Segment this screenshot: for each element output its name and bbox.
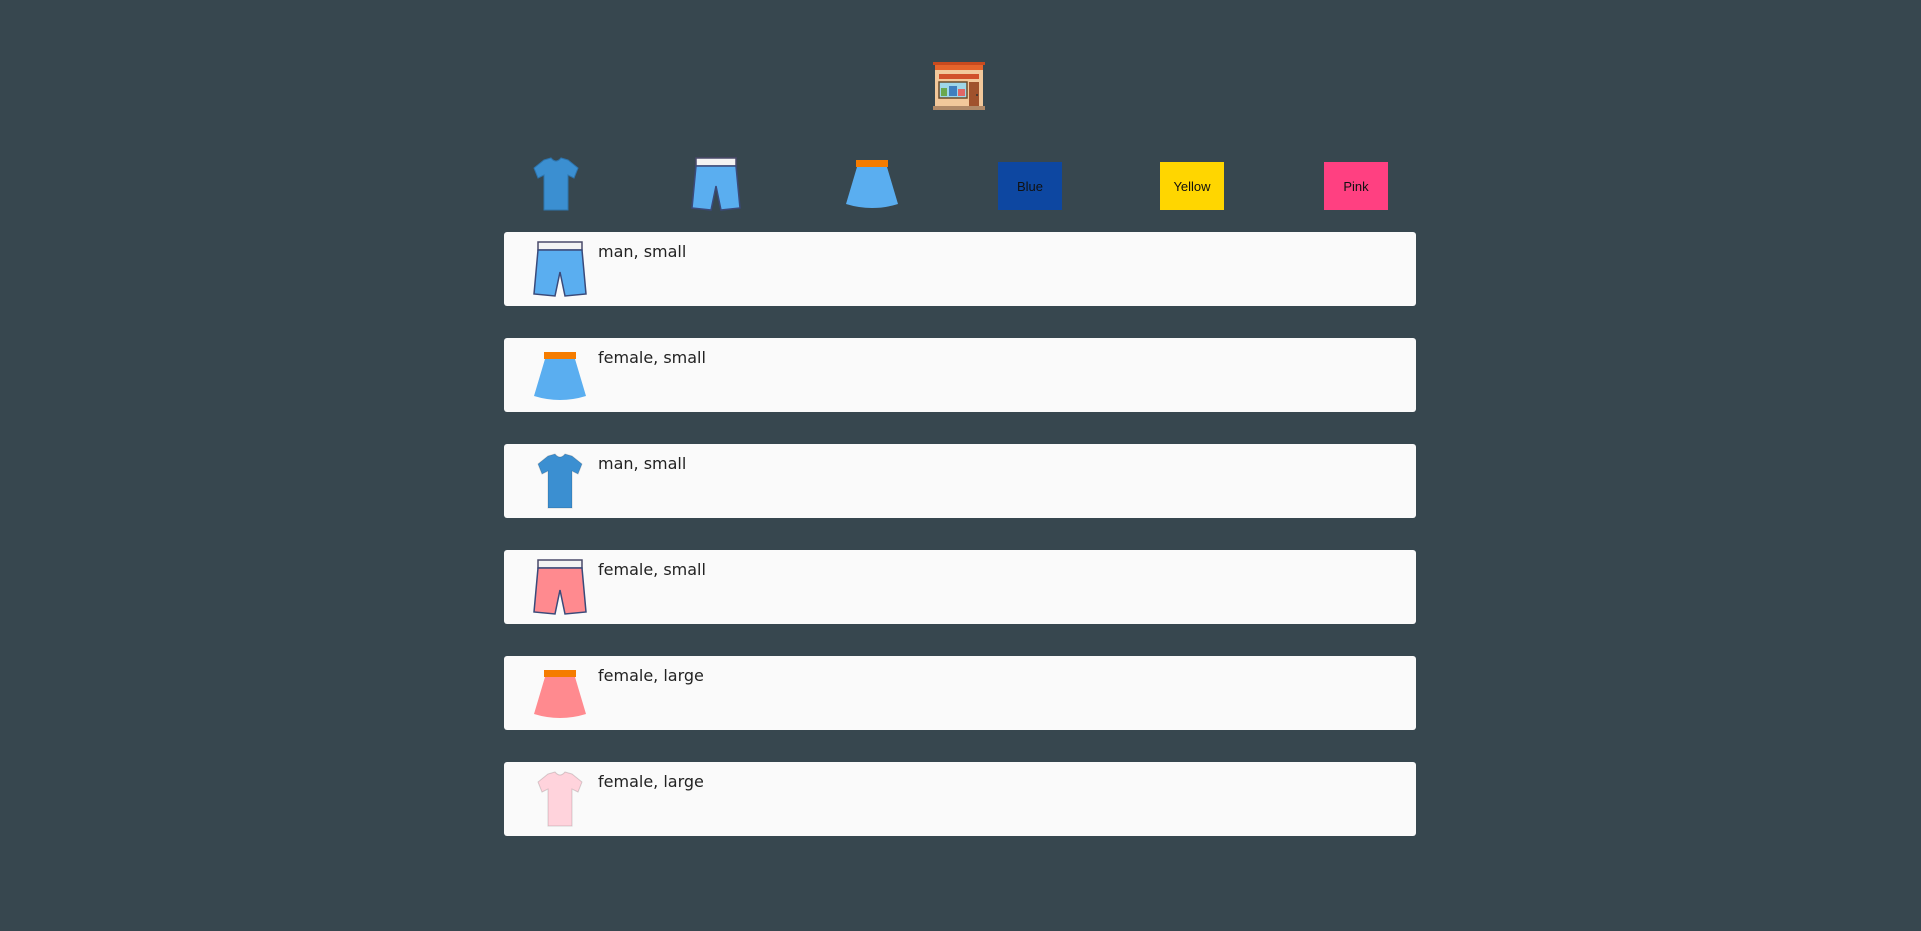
product-label: man, small (598, 242, 687, 261)
tshirt-icon (524, 770, 596, 828)
shop-page: Blue Yellow Pink man, small female, small… (0, 0, 1921, 931)
filter-skirt-button[interactable] (840, 156, 904, 212)
shorts-icon (524, 240, 596, 298)
tshirt-icon (533, 157, 579, 211)
product-card[interactable]: female, large (504, 656, 1416, 730)
filter-tshirt-button[interactable] (524, 156, 588, 212)
filter-bar: Blue Yellow Pink (504, 156, 1416, 212)
product-label: man, small (598, 454, 687, 473)
filter-shorts-button[interactable] (684, 156, 748, 212)
product-card[interactable]: man, small (504, 444, 1416, 518)
filter-color-pink-button[interactable]: Pink (1324, 162, 1388, 210)
product-list: man, small female, small man, small female,… (504, 232, 1416, 868)
product-label: female, small (598, 560, 706, 579)
shorts-icon (691, 157, 741, 211)
filter-color-yellow-button[interactable]: Yellow (1160, 162, 1224, 210)
product-label: female, large (598, 666, 704, 685)
product-label: female, small (598, 348, 706, 367)
skirt-icon (846, 160, 898, 208)
product-card[interactable]: female, small (504, 338, 1416, 412)
tshirt-icon (524, 452, 596, 510)
product-card[interactable]: female, large (504, 762, 1416, 836)
shorts-icon (524, 558, 596, 616)
skirt-icon (524, 346, 596, 404)
skirt-icon (524, 664, 596, 722)
product-card[interactable]: man, small (504, 232, 1416, 306)
product-card[interactable]: female, small (504, 550, 1416, 624)
product-label: female, large (598, 772, 704, 791)
store-icon (931, 62, 987, 110)
filter-color-blue-button[interactable]: Blue (998, 162, 1062, 210)
